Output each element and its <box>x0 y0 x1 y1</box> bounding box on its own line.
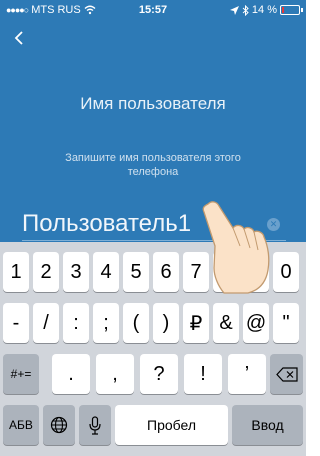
globe-key[interactable] <box>43 405 75 445</box>
key-question[interactable]: ? <box>140 354 178 394</box>
key-ruble[interactable]: ₽ <box>183 303 209 343</box>
clear-icon[interactable]: ✕ <box>267 218 280 231</box>
key-7[interactable]: 7 <box>183 252 209 292</box>
key-9[interactable]: 9 <box>243 252 269 292</box>
chevron-left-icon <box>14 31 23 45</box>
status-bar: ●●●●○ MTS RUS 15:57 14 % <box>0 0 306 20</box>
key-abc[interactable]: АБВ <box>3 405 39 445</box>
key-2[interactable]: 2 <box>33 252 59 292</box>
battery-level <box>282 7 284 13</box>
key-1[interactable]: 1 <box>3 252 29 292</box>
location-icon <box>229 5 239 15</box>
backspace-key[interactable] <box>270 354 303 394</box>
battery-icon <box>280 5 303 15</box>
status-right: 14 % <box>229 4 303 16</box>
key-5[interactable]: 5 <box>123 252 149 292</box>
globe-icon <box>50 416 68 434</box>
page-title: Имя пользователя <box>80 94 226 113</box>
key-quote[interactable]: " <box>273 303 299 343</box>
key-symbols[interactable]: #+= <box>3 354 39 394</box>
microphone-key[interactable] <box>79 405 111 445</box>
key-3[interactable]: 3 <box>63 252 89 292</box>
key-period[interactable]: . <box>52 354 90 394</box>
key-at[interactable]: @ <box>243 303 269 343</box>
key-ampersand[interactable]: & <box>213 303 239 343</box>
key-0[interactable]: 0 <box>273 252 299 292</box>
page-subtitle: Запишите имя пользователя этого телефона <box>65 152 241 178</box>
key-exclamation[interactable]: ! <box>184 354 222 394</box>
key-comma[interactable]: , <box>96 354 134 394</box>
username-field[interactable]: Пользователь1 ✕ <box>22 206 286 241</box>
key-paren-open[interactable]: ( <box>123 303 149 343</box>
keyboard: 1 2 3 4 5 6 7 8 9 0 - / : ; ( ) ₽ & @ " … <box>0 242 306 456</box>
screen: ●●●●○ MTS RUS 15:57 14 % Имя пользовател… <box>0 0 306 456</box>
microphone-icon <box>89 415 101 435</box>
key-paren-close[interactable]: ) <box>153 303 179 343</box>
key-colon[interactable]: : <box>63 303 89 343</box>
bluetooth-icon <box>242 4 249 16</box>
key-apostrophe[interactable]: ’ <box>228 354 266 394</box>
key-semicolon[interactable]: ; <box>93 303 119 343</box>
back-button[interactable] <box>10 28 30 48</box>
battery-percent: 14 % <box>251 4 277 16</box>
key-slash[interactable]: / <box>33 303 59 343</box>
space-key[interactable]: Пробел <box>115 405 228 445</box>
key-hyphen[interactable]: - <box>3 303 29 343</box>
key-8[interactable]: 8 <box>213 252 239 292</box>
key-4[interactable]: 4 <box>93 252 119 292</box>
key-6[interactable]: 6 <box>153 252 179 292</box>
enter-key[interactable]: Ввод <box>232 405 303 445</box>
username-input[interactable]: Пользователь1 <box>22 210 191 238</box>
battery-tip <box>301 8 303 12</box>
backspace-icon <box>275 366 298 382</box>
